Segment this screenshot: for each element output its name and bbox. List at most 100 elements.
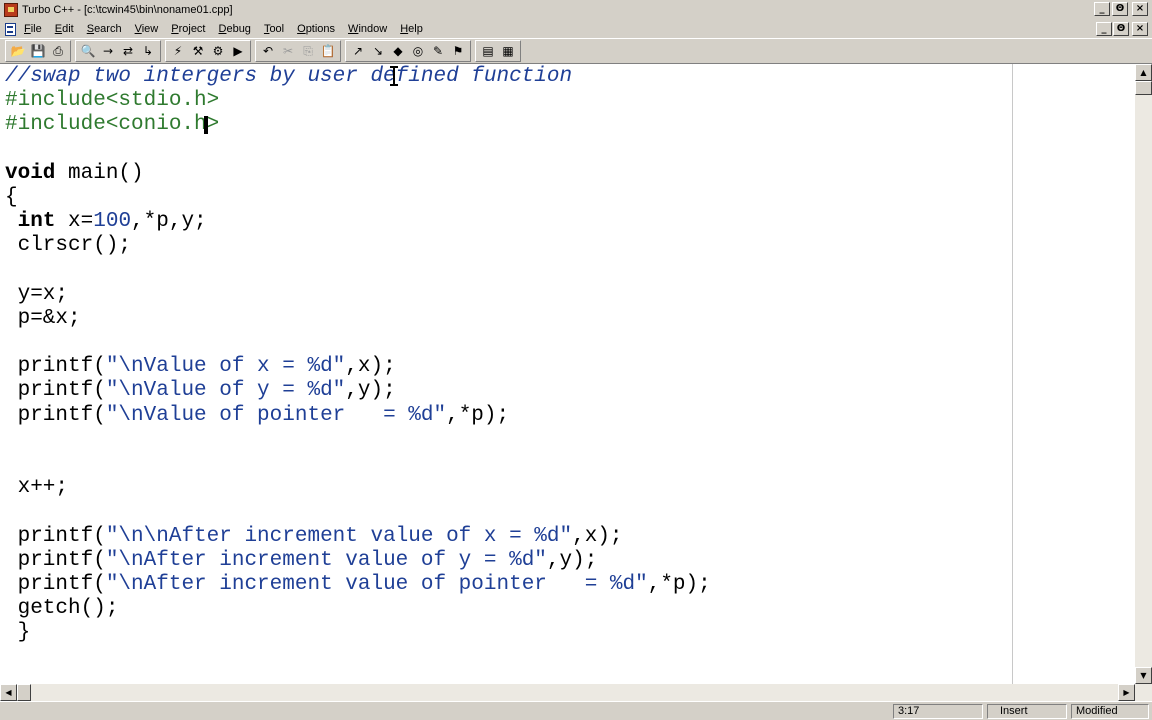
code-token: ,x);: [572, 524, 623, 548]
mouse-ibeam-cursor: [390, 66, 398, 86]
find-next-icon[interactable]: →: [98, 42, 118, 60]
step-icon[interactable]: ↗: [348, 42, 368, 60]
code-line[interactable]: printf("\nAfter increment value of y = %…: [5, 549, 711, 573]
menu-item[interactable]: Window: [348, 23, 387, 35]
code-line[interactable]: printf("\nValue of pointer = %d",*p);: [5, 404, 711, 428]
trace-icon[interactable]: ↘: [368, 42, 388, 60]
menu-item[interactable]: Debug: [219, 23, 251, 35]
insert-mode-indicator: Insert: [987, 704, 1067, 719]
code-line[interactable]: printf("\nValue of x = %d",x);: [5, 355, 711, 379]
menu-item[interactable]: File: [24, 23, 42, 35]
copy-icon[interactable]: ⎘: [298, 42, 318, 60]
cursor-position: 3:17: [893, 704, 983, 719]
scroll-left-button[interactable]: ◀: [0, 684, 17, 701]
menu-item[interactable]: Options: [297, 23, 335, 35]
cut-icon[interactable]: ✂: [278, 42, 298, 60]
code-line[interactable]: [5, 452, 711, 476]
code-line[interactable]: x++;: [5, 476, 711, 500]
code-token: "\n\nAfter increment value of x = %d": [105, 524, 573, 548]
code-line[interactable]: y=x;: [5, 283, 711, 307]
code-token: }: [5, 621, 31, 645]
build-icon[interactable]: ⚙: [208, 42, 228, 60]
scroll-up-button[interactable]: ▲: [1135, 64, 1152, 81]
menu-item[interactable]: Tool: [264, 23, 284, 35]
source-code[interactable]: //swap two intergers by user defined fun…: [5, 65, 711, 646]
code-token: "\nAfter increment value of y = %d": [105, 548, 547, 572]
paste-icon[interactable]: 📋: [318, 42, 338, 60]
code-line[interactable]: getch();: [5, 597, 711, 621]
code-token: ,y);: [546, 548, 598, 572]
print-icon[interactable]: ⎙: [48, 42, 68, 60]
doc-close-button[interactable]: ×: [1132, 22, 1148, 36]
code-line[interactable]: #include<conio.h>: [5, 113, 711, 137]
code-token: void: [5, 161, 56, 185]
goto-icon[interactable]: ↳: [138, 42, 158, 60]
menu-bar: File Edit Search View Project Debug Tool Option…: [0, 20, 1152, 38]
vertical-scroll-thumb[interactable]: [1135, 81, 1152, 95]
code-line[interactable]: //swap two intergers by user defined fun…: [5, 65, 711, 89]
code-token: ,*p);: [446, 403, 510, 427]
code-line[interactable]: printf("\nAfter increment value of point…: [5, 573, 711, 597]
code-line[interactable]: [5, 428, 711, 452]
code-line[interactable]: printf("\n\nAfter increment value of x =…: [5, 525, 711, 549]
toolbar-group: ↶ ✂ ⎘ 📋: [255, 40, 341, 62]
make-icon[interactable]: ⚒: [188, 42, 208, 60]
code-token: printf(: [5, 403, 106, 427]
window-tile-icon[interactable]: ▤: [478, 42, 498, 60]
vertical-scrollbar[interactable]: ▲ ▼: [1135, 64, 1152, 684]
compile-icon[interactable]: ⚡: [168, 42, 188, 60]
code-line[interactable]: p=&x;: [5, 307, 711, 331]
code-line[interactable]: [5, 331, 711, 355]
evaluate-icon[interactable]: ⚑: [448, 42, 468, 60]
document-icon[interactable]: [5, 22, 16, 36]
horizontal-scrollbar[interactable]: ◀ ▶: [0, 684, 1152, 701]
find-icon[interactable]: 🔍: [78, 42, 98, 60]
menu-item[interactable]: Edit: [55, 23, 74, 35]
code-token: #include<conio.h>: [5, 113, 220, 137]
status-bar: 3:17 Insert Modified: [0, 701, 1152, 720]
code-token: "\nValue of y = %d": [105, 379, 346, 403]
code-token: x=: [55, 210, 94, 234]
replace-icon[interactable]: ⇄: [118, 42, 138, 60]
menu-item[interactable]: Project: [171, 23, 205, 35]
turbo-cpp-app-icon[interactable]: [4, 3, 18, 17]
minimize-button[interactable]: _: [1094, 2, 1110, 16]
code-line[interactable]: [5, 259, 711, 283]
code-line[interactable]: {: [5, 186, 711, 210]
close-button[interactable]: ×: [1132, 2, 1148, 16]
modified-indicator: Modified: [1071, 704, 1149, 719]
code-token: ,x);: [345, 355, 396, 379]
menu-item[interactable]: View: [135, 23, 159, 35]
code-line[interactable]: printf("\nValue of y = %d",y);: [5, 379, 711, 403]
code-line[interactable]: void main(): [5, 162, 711, 186]
toolbar-group: ⚡ ⚒ ⚙ ▶: [165, 40, 251, 62]
open-folder-icon[interactable]: 📂: [8, 42, 28, 60]
code-line[interactable]: int x=100,*p,y;: [5, 210, 711, 234]
window-controls: _ Θ ×: [1094, 2, 1148, 16]
menu-item[interactable]: Help: [400, 23, 423, 35]
doc-minimize-button[interactable]: _: [1096, 22, 1112, 36]
save-icon[interactable]: 💾: [28, 42, 48, 60]
undo-icon[interactable]: ↶: [258, 42, 278, 60]
run-icon[interactable]: ▶: [228, 42, 248, 60]
doc-restore-button[interactable]: Θ: [1113, 22, 1129, 36]
restore-button[interactable]: Θ: [1112, 2, 1128, 16]
code-line[interactable]: [5, 138, 711, 162]
inspect-icon[interactable]: ✎: [428, 42, 448, 60]
code-token: {: [5, 185, 18, 209]
code-token: ,*p);: [647, 572, 711, 596]
code-line[interactable]: clrscr();: [5, 234, 711, 258]
code-line[interactable]: [5, 500, 711, 524]
breakpoint-icon[interactable]: ◆: [388, 42, 408, 60]
menu-item[interactable]: Search: [87, 23, 122, 35]
code-line[interactable]: }: [5, 621, 711, 645]
scroll-down-button[interactable]: ▼: [1135, 667, 1152, 684]
window-cascade-icon[interactable]: ▦: [498, 42, 518, 60]
toolbar-group: 📂 💾 ⎙: [5, 40, 71, 62]
watch-icon[interactable]: ◎: [408, 42, 428, 60]
code-token: #include<stdio.h>: [5, 89, 220, 113]
scroll-right-button[interactable]: ▶: [1118, 684, 1135, 701]
code-token: 100: [93, 210, 132, 234]
horizontal-scroll-thumb[interactable]: [17, 684, 31, 701]
code-line[interactable]: #include<stdio.h>: [5, 89, 711, 113]
